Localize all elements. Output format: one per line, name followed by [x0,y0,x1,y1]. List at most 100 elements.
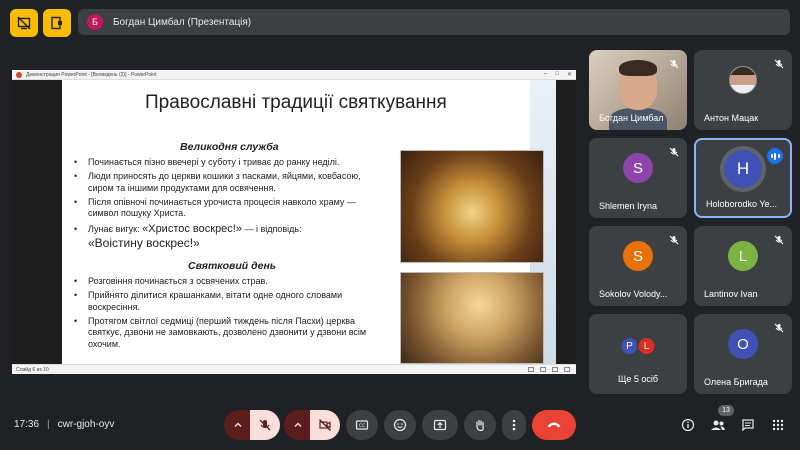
mic-off-icon [774,323,784,333]
chat-icon [742,419,754,432]
speaking-indicator-icon [767,148,783,164]
participant-name: Shlemen Iryna [599,201,658,211]
camera-toggle-button[interactable] [310,410,340,440]
reading-view-icon [552,367,558,372]
meeting-details-button[interactable] [680,417,696,433]
slideshow-view-icon [564,367,570,372]
more-participants-tile[interactable]: P L Ще 5 осіб [589,314,687,394]
exit-fullscreen-button[interactable] [43,9,71,37]
leave-call-button[interactable] [532,410,576,440]
info-icon [681,418,695,432]
bullet-item: Після опівночі починається урочиста проц… [72,197,372,220]
participant-tile[interactable]: S Sokolov Volody... [589,226,687,306]
participant-tile-active[interactable]: H Holoborodko Ye... [694,138,792,218]
minimize-icon: – [544,71,548,77]
avatar: S [623,153,653,184]
window-controls: – □ ✕ [544,71,572,78]
bullet-item: Протягом світлої седмиці (перший тиждень… [72,316,372,351]
presenter-avatar: Б [87,14,103,30]
clock: 17:36 [14,419,40,430]
participant-tile[interactable]: L Lantinov Ivan [694,226,792,306]
avatar: L [728,241,758,272]
bullet-item: Прийнято ділитися крашанками, вітати одн… [72,290,372,313]
screen-share-off-icon [17,16,31,30]
slide-heading-service: Великодня служба [180,141,279,153]
shared-screen: Демонстрация PowerPoint - [Великдень (2)… [12,70,576,374]
hand-icon [476,419,484,432]
presenter-bar: Б Богдан Цимбал (Презентація) [78,9,790,35]
bullet-item: Починається пізно ввечері у суботу і три… [72,157,372,169]
captions-button[interactable]: CC [346,410,378,440]
slide-counter: Слайд 6 из 10 [16,367,49,373]
participant-tile[interactable]: Антон Мацак [694,50,792,130]
participant-name: Sokolov Volody... [599,289,668,299]
raise-hand-button[interactable] [464,410,496,440]
church-interior-photo [400,272,544,364]
apps-grid-icon [772,419,784,431]
people-button[interactable] [710,417,726,433]
meet-window: Б Богдан Цимбал (Презентація) Демонстрац… [0,0,800,450]
present-now-button[interactable] [422,410,458,440]
hang-up-icon [547,422,561,428]
chevron-up-icon [294,422,302,427]
powerpoint-logo-icon [16,71,22,78]
reactions-button[interactable] [384,410,416,440]
people-icon [711,420,725,430]
people-count-badge: 13 [718,405,734,416]
avatar: H [724,149,762,188]
church-service-photo [400,150,544,263]
participant-name: Олена Бригада [704,377,768,387]
present-screen-icon [433,419,447,431]
avatar: S [623,241,653,272]
slide-heading-holiday: Святковий день [188,260,277,272]
participant-tile[interactable]: О Олена Бригада [694,314,792,394]
video-options-button[interactable] [284,410,312,440]
audio-options-button[interactable] [224,410,252,440]
participant-name: Lantinov Ivan [704,289,758,299]
service-bullets: Починається пізно ввечері у суботу і три… [72,157,372,254]
video-hair [619,60,657,76]
microphone-toggle-button[interactable] [250,410,280,440]
slide: Православні традиції святкування Великод… [62,80,556,364]
view-icons [528,367,570,372]
bullet-prefix: Лунає вигук: [88,224,143,234]
bullet-item: Розговіння починається з освячених страв… [72,276,372,288]
participant-tile[interactable]: Богдан Цимбал [589,50,687,130]
holiday-bullets: Розговіння починається з освячених страв… [72,276,372,353]
avatar [729,66,757,95]
meeting-code: cwr-gjoh-oyv [57,419,115,430]
more-options-button[interactable] [502,410,526,440]
separator: | [47,419,50,430]
sorter-view-icon [540,367,546,372]
participant-tile[interactable]: S Shlemen Iryna [589,138,687,218]
exit-icon [51,16,62,30]
presenter-label: Богдан Цимбал (Презентація) [113,16,252,28]
participant-name: Богдан Цимбал [599,113,664,123]
chevron-up-icon [234,422,242,427]
bullet-item: Люди приносять до церкви кошики з паскам… [72,171,372,194]
closed-captions-icon: CC [355,420,369,430]
more-vertical-icon [512,419,516,431]
normal-view-icon [528,367,534,372]
mic-off-icon [259,419,271,431]
powerpoint-title-bar: Демонстрация PowerPoint - [Великдень (2)… [12,70,576,80]
mic-off-icon [669,147,679,157]
activities-button[interactable] [770,417,786,433]
emoji-icon [393,418,407,432]
meeting-info: 17:36 | cwr-gjoh-oyv [14,419,114,430]
bullet-middle: — і відповідь: [241,224,302,234]
slide-title: Православні традиції святкування [145,92,447,113]
close-icon: ✕ [566,72,572,78]
camera-off-icon [319,419,331,431]
powerpoint-status-bar: Слайд 6 из 10 [12,364,576,374]
avatar: L [636,336,657,356]
mic-off-icon [669,235,679,245]
maximize-icon: □ [555,71,559,77]
participant-name: Антон Мацак [704,113,759,123]
bullet-item: Лунає вигук: «Христос воскрес!» — і відп… [72,222,372,251]
stop-presenting-button[interactable] [10,9,38,37]
svg-text:CC: CC [359,423,365,429]
mic-off-icon [774,59,784,69]
chat-button[interactable] [740,417,756,433]
mic-off-icon [669,59,679,69]
